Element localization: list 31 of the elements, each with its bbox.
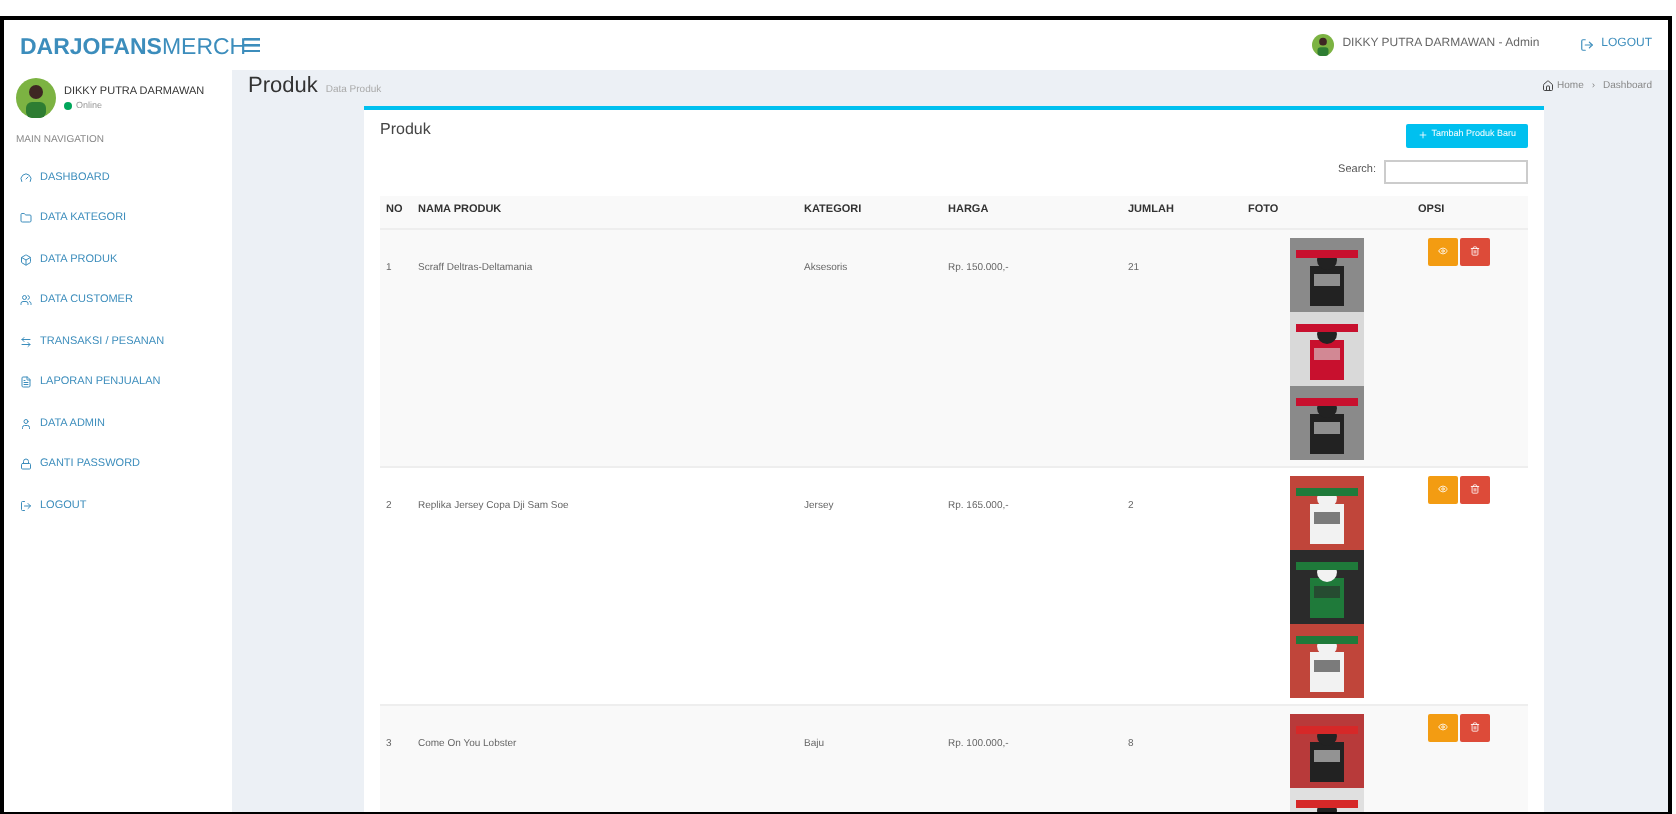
nav-icon — [20, 458, 32, 471]
nav-icon — [20, 376, 32, 389]
page-title: Produk — [248, 72, 318, 102]
trash-icon — [1470, 246, 1480, 256]
avatar-icon — [16, 78, 56, 118]
delete-button[interactable] — [1460, 713, 1490, 741]
view-button[interactable] — [1428, 237, 1458, 265]
view-button[interactable] — [1428, 475, 1458, 503]
box-title: Produk — [380, 117, 431, 141]
nav-icon — [20, 335, 32, 348]
menu-icon[interactable] — [244, 38, 260, 52]
eye-icon — [1438, 484, 1448, 494]
eye-icon — [1438, 246, 1448, 256]
search-field[interactable] — [1384, 159, 1528, 183]
nav-icon — [20, 417, 32, 430]
plus-icon — [1417, 130, 1428, 140]
view-button[interactable] — [1428, 713, 1458, 741]
logout-icon — [1579, 38, 1594, 52]
delete-button[interactable] — [1460, 237, 1490, 265]
nav-icon — [20, 171, 32, 184]
nav-icon — [20, 253, 32, 266]
nav-icon — [20, 212, 32, 225]
trash-icon — [1470, 484, 1480, 494]
trash-icon — [1470, 722, 1480, 732]
home-icon — [1541, 80, 1554, 93]
nav-icon — [20, 294, 32, 307]
avatar-icon — [1312, 34, 1335, 56]
delete-button[interactable] — [1460, 475, 1490, 503]
eye-icon — [1438, 722, 1448, 732]
nav-icon — [20, 499, 32, 512]
brand-logo[interactable]: DARJOFANSMERCH — [20, 35, 247, 59]
